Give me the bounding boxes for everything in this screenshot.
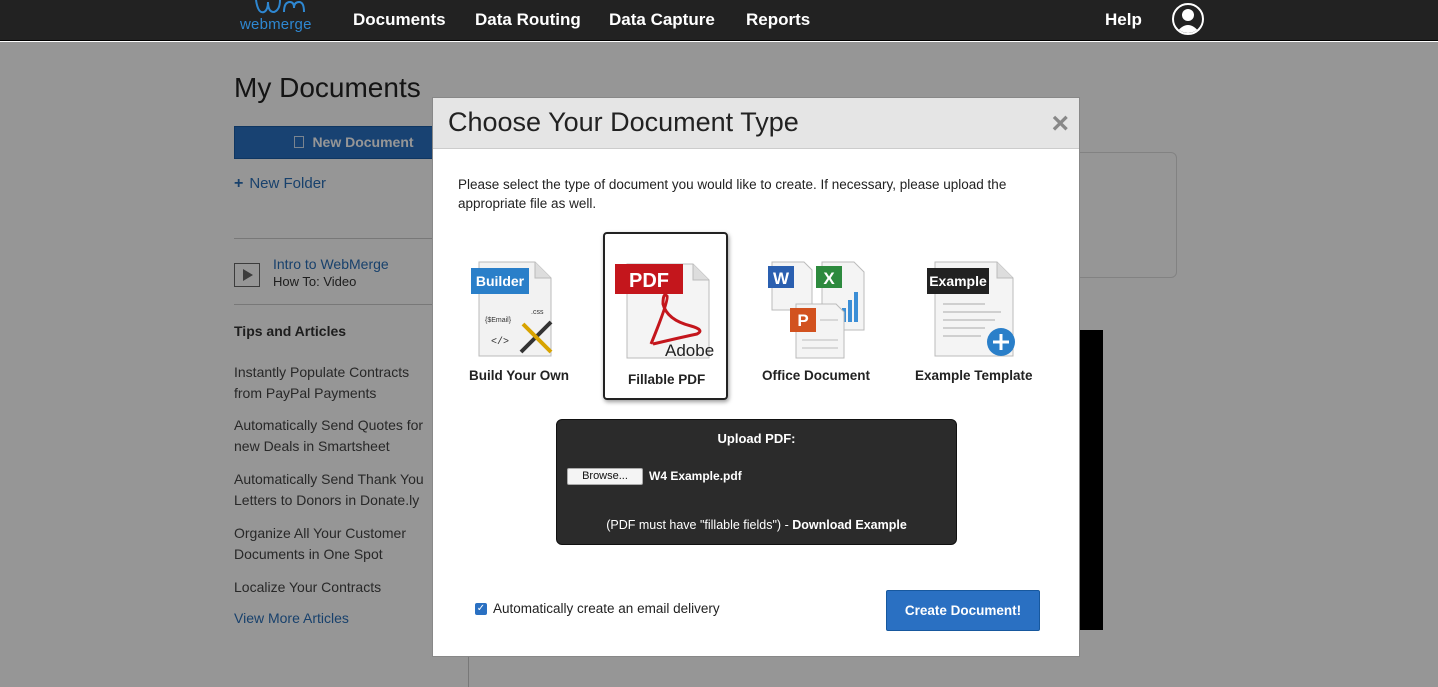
builder-badge: Builder (476, 273, 525, 289)
builder-email-text: {$Email} (485, 317, 512, 324)
selected-filename: W4 Example.pdf (649, 469, 742, 483)
upload-note-text: (PDF must have "fillable fields") - (606, 518, 793, 532)
close-icon[interactable]: × (1051, 109, 1069, 139)
create-document-button[interactable]: Create Document! (886, 590, 1040, 631)
dialog-instructions: Please select the type of document you w… (458, 177, 1007, 211)
nav-data-routing[interactable]: Data Routing (475, 10, 581, 30)
nav-reports[interactable]: Reports (746, 10, 810, 30)
dialog-header: Choose Your Document Type × (433, 98, 1079, 149)
builder-icon: Builder .css {$Email} </> (471, 261, 553, 357)
upload-pdf-panel: Upload PDF: Browse... W4 Example.pdf (PD… (556, 419, 957, 545)
option-label: Office Document (762, 368, 871, 383)
svg-text:X: X (823, 269, 835, 288)
option-fillable-pdf[interactable]: PDF Adobe Fillable PDF (603, 232, 728, 400)
office-icon: W X P (768, 261, 865, 359)
option-label: Fillable PDF (628, 372, 706, 387)
option-office-document[interactable]: W X P Office Document (758, 232, 878, 392)
user-avatar-icon[interactable] (1172, 3, 1204, 35)
webmerge-logo[interactable]: webmerge (240, 0, 320, 38)
upload-heading: Upload PDF: (717, 431, 796, 446)
auto-email-checkbox[interactable]: ✓ (475, 603, 487, 615)
svg-text:P: P (797, 311, 808, 330)
top-nav-bar: webmerge Documents Data Routing Data Cap… (0, 0, 1438, 41)
pdf-badge: PDF (629, 270, 669, 292)
svg-text:W: W (773, 269, 790, 288)
nav-help[interactable]: Help (1105, 10, 1142, 30)
builder-css-text: .css (531, 309, 544, 316)
browse-button[interactable]: Browse... (567, 468, 643, 485)
choose-document-type-dialog: Choose Your Document Type × Please selec… (432, 97, 1080, 657)
nav-data-capture[interactable]: Data Capture (609, 10, 715, 30)
nav-documents[interactable]: Documents (353, 10, 446, 30)
upload-note: (PDF must have "fillable fields") - Down… (557, 518, 956, 532)
option-build-your-own[interactable]: Builder .css {$Email} </> Build Your Own (463, 232, 573, 392)
option-label: Build Your Own (469, 368, 569, 383)
dialog-title: Choose Your Document Type (448, 107, 799, 137)
example-badge: Example (929, 273, 987, 289)
download-example-link[interactable]: Download Example (792, 518, 907, 532)
logo-text: webmerge (240, 16, 312, 33)
builder-code-text: </> (491, 336, 509, 348)
option-label: Example Template (915, 368, 1033, 383)
auto-email-label[interactable]: Automatically create an email delivery (493, 601, 720, 616)
example-template-icon: Example (927, 261, 1015, 357)
pdf-icon: PDF Adobe (615, 263, 714, 360)
option-example-template[interactable]: Example Example Template (913, 232, 1038, 392)
adobe-text: Adobe (665, 341, 714, 360)
